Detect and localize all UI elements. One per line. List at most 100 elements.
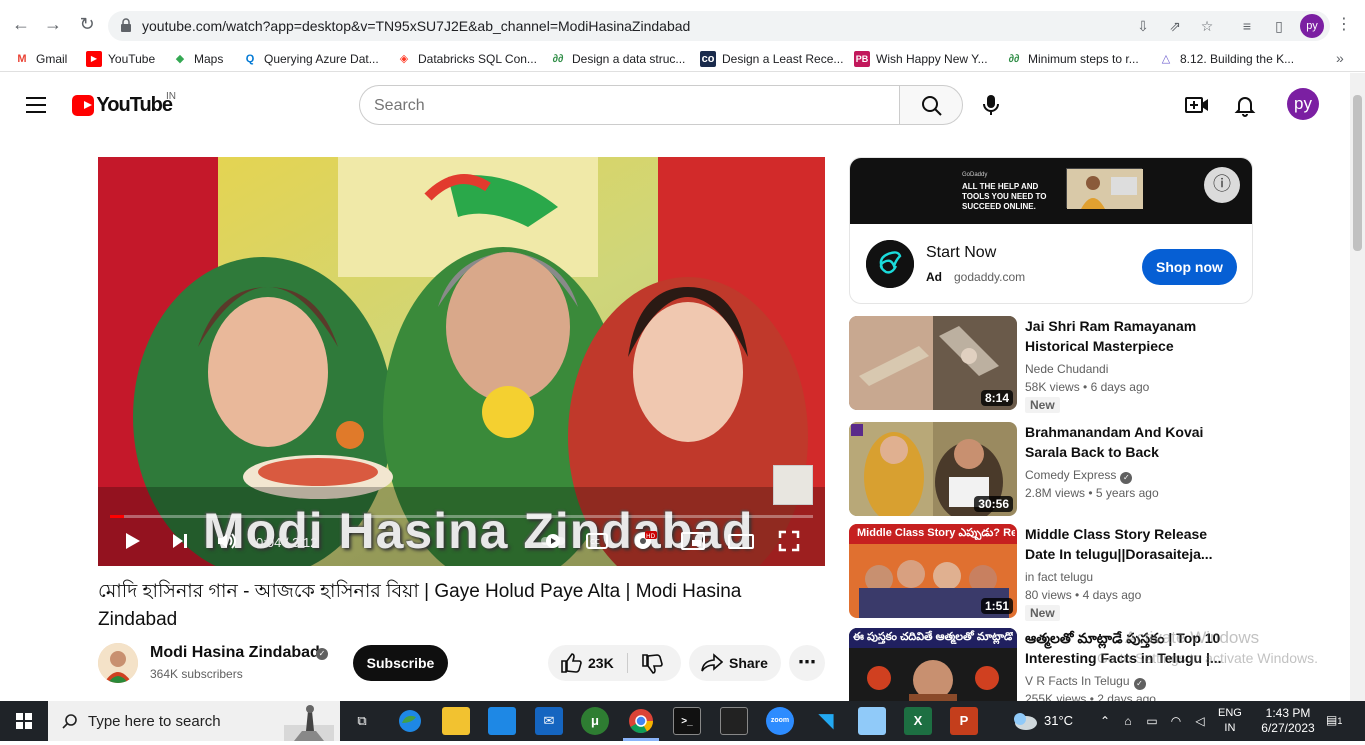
bookmark-maps[interactable]: ◆ Maps — [172, 50, 224, 68]
next-icon[interactable] — [168, 529, 192, 553]
share-button[interactable]: Share — [689, 645, 781, 681]
video-thumbnail[interactable]: ఈ పుస్తకం చదివితే ఆత్మలతో మాట్లాడొచ్చా? — [849, 628, 1017, 701]
channel-watermark[interactable] — [773, 465, 813, 505]
ad-title[interactable]: Start Now — [926, 244, 996, 262]
reload-icon[interactable]: ↻ — [76, 13, 98, 35]
more-actions-icon[interactable]: ⋯ — [789, 645, 825, 681]
info-icon[interactable]: ⓘ — [1204, 167, 1240, 203]
dislike-icon[interactable] — [641, 653, 663, 675]
bookmark-youtube[interactable]: ▶ YouTube — [86, 50, 155, 68]
mail-icon[interactable]: ✉ — [535, 707, 563, 735]
settings-gear-icon[interactable]: HD — [631, 529, 657, 553]
miniplayer-icon[interactable] — [680, 529, 706, 553]
forward-icon[interactable]: → — [42, 13, 64, 35]
zoom-icon[interactable]: zoom — [766, 707, 794, 735]
video-thumbnail[interactable]: Middle Class Story ఎప్పుడు? Release డేట్… — [849, 524, 1017, 618]
channel-name[interactable]: Nede Chudandi — [1025, 362, 1108, 376]
chrome-icon[interactable] — [627, 707, 655, 735]
weather-temperature[interactable]: 31°C — [1044, 713, 1073, 728]
excel-icon[interactable]: X — [904, 707, 932, 735]
bookmark-lru[interactable]: co Design a Least Rece... — [700, 50, 843, 68]
bookmark-querying-azure[interactable]: Q Querying Azure Dat... — [242, 50, 379, 68]
lock-icon[interactable] — [120, 18, 132, 32]
channel-name[interactable]: Modi Hasina Zindabad — [150, 644, 320, 662]
address-bar[interactable]: youtube.com/watch?app=desktop&v=TN95xSU7… — [108, 11, 1330, 41]
autoplay-toggle-icon[interactable] — [540, 529, 566, 553]
ad-banner[interactable]: GoDaddy ALL THE HELP AND TOOLS YOU NEED … — [850, 158, 1252, 224]
channel-name[interactable]: Comedy Express ✓ — [1025, 468, 1133, 484]
like-count[interactable]: 23K — [588, 655, 614, 671]
windows-start-icon[interactable] — [0, 701, 48, 741]
taskbar-search-box[interactable]: Type here to search — [48, 701, 340, 741]
weather-cloud-icon[interactable] — [1010, 711, 1038, 731]
more-bookmarks-icon[interactable]: » — [1336, 50, 1344, 66]
search-input[interactable] — [374, 95, 874, 117]
back-icon[interactable]: ← — [10, 13, 32, 35]
video-title[interactable]: Brahmanandam And Kovai Sarala Back to Ba… — [1025, 422, 1225, 462]
subtitles-icon[interactable]: CC — [585, 529, 609, 553]
wifi-icon[interactable]: ◠ — [1168, 713, 1184, 729]
recommended-video[interactable]: 30:56 Brahmanandam And Kovai Sarala Back… — [849, 422, 1259, 518]
video-thumbnail[interactable]: 8:14 — [849, 316, 1017, 410]
powerpoint-icon[interactable]: P — [950, 707, 978, 735]
system-clock[interactable]: 1:43 PM 6/27/2023 — [1260, 706, 1316, 736]
create-video-icon[interactable] — [1184, 93, 1210, 117]
task-view-icon[interactable]: ⧉ — [348, 707, 376, 735]
theater-mode-icon[interactable] — [728, 529, 754, 553]
channel-name[interactable]: in fact telugu — [1025, 570, 1093, 584]
battery-icon[interactable]: ▭ — [1144, 713, 1160, 729]
share-page-icon[interactable]: ⇗ — [1166, 17, 1184, 35]
progress-bar[interactable] — [110, 515, 813, 518]
tray-expand-icon[interactable]: ⌃ — [1097, 713, 1113, 729]
account-avatar[interactable]: py — [1287, 88, 1319, 120]
play-icon[interactable] — [120, 529, 144, 553]
browser-menu-icon[interactable]: ⋮ — [1336, 14, 1352, 38]
url-text[interactable]: youtube.com/watch?app=desktop&v=TN95xSU7… — [142, 18, 690, 34]
video-title[interactable]: Jai Shri Ram Ramayanam Historical Master… — [1025, 316, 1225, 356]
browser-profile-avatar[interactable]: py — [1300, 14, 1324, 38]
command-prompt-icon[interactable] — [720, 707, 748, 735]
recommended-video[interactable]: 8:14 Jai Shri Ram Ramayanam Historical M… — [849, 316, 1259, 413]
youtube-logo[interactable]: YouTube — [72, 94, 173, 116]
video-title[interactable]: Middle Class Story Release Date In telug… — [1025, 524, 1225, 564]
recommended-video[interactable]: Middle Class Story ఎప్పుడు? Release డేట్… — [849, 524, 1259, 621]
bookmark-gmail[interactable]: M Gmail — [14, 50, 67, 68]
search-button[interactable] — [899, 85, 963, 125]
bookmark-databricks[interactable]: ◈ Databricks SQL Con... — [396, 50, 537, 68]
bookmark-building[interactable]: △ 8.12. Building the K... — [1158, 50, 1294, 68]
channel-avatar[interactable] — [98, 643, 138, 683]
video-player[interactable]: Modi Hasina Zindabad 0:04 / 3:12 CC HD — [98, 157, 825, 566]
install-app-icon[interactable]: ⇩ — [1134, 17, 1152, 35]
side-panel-icon[interactable]: ▯ — [1270, 17, 1288, 35]
bookmark-design-data-struct[interactable]: ∂∂ Design a data struc... — [550, 50, 686, 68]
file-explorer-icon[interactable] — [442, 707, 470, 735]
usb-icon[interactable]: ⌂ — [1120, 713, 1136, 729]
notifications-bell-icon[interactable] — [1233, 93, 1257, 117]
page-scrollbar[interactable] — [1350, 73, 1365, 701]
scrollbar-thumb[interactable] — [1353, 95, 1362, 251]
utorrent-icon[interactable]: μ — [581, 707, 609, 735]
volume-tray-icon[interactable]: ◁ — [1192, 713, 1208, 729]
terminal-icon[interactable]: >_ — [673, 707, 701, 735]
shop-now-button[interactable]: Shop now — [1142, 249, 1237, 285]
bookmark-new-year[interactable]: PB Wish Happy New Y... — [854, 50, 988, 68]
reading-list-icon[interactable]: ≡ — [1238, 17, 1256, 35]
notes-icon[interactable] — [858, 707, 886, 735]
volume-icon[interactable] — [215, 529, 239, 553]
video-thumbnail[interactable]: 30:56 — [849, 422, 1017, 516]
like-icon[interactable] — [560, 652, 582, 674]
microphone-icon[interactable] — [977, 91, 1005, 119]
ad-card[interactable]: GoDaddy ALL THE HELP AND TOOLS YOU NEED … — [849, 157, 1253, 304]
edge-browser-icon[interactable] — [396, 707, 424, 735]
subscribe-button[interactable]: Subscribe — [353, 645, 448, 681]
search-box[interactable] — [359, 85, 900, 125]
microsoft-store-icon[interactable] — [488, 707, 516, 735]
bookmark-star-icon[interactable]: ☆ — [1198, 17, 1216, 35]
vscode-icon[interactable]: ◥ — [812, 707, 840, 735]
menu-icon[interactable] — [26, 97, 46, 113]
notification-center-icon[interactable]: ▤1 — [1326, 713, 1344, 729]
channel-name[interactable]: V R Facts In Telugu ✓ — [1025, 674, 1146, 690]
fullscreen-icon[interactable] — [777, 529, 801, 553]
language-indicator[interactable]: ENG IN — [1218, 706, 1242, 736]
bookmark-minimum-steps[interactable]: ∂∂ Minimum steps to r... — [1006, 50, 1139, 68]
